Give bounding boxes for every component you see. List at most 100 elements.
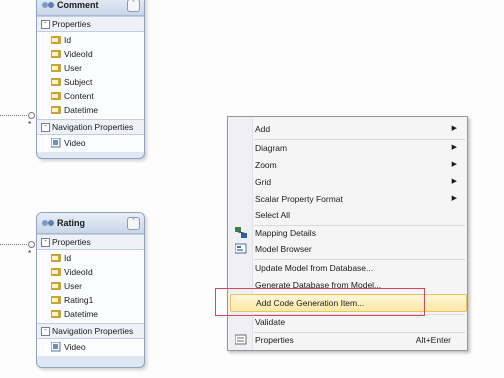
property-label: User [64,63,82,73]
menu-item-label: Scalar Property Format [255,194,343,204]
property-row[interactable]: Datetime [37,307,144,321]
multiplicity-rating: * [28,249,32,258]
section-label: Navigation Properties [52,326,134,336]
navigation-label: Video [64,138,86,148]
menu-item-label: Update Model from Database... [255,263,374,273]
property-list: Id VideoId User Rating1 Datetime [37,250,144,323]
properties-section-header[interactable]: - Properties [37,234,144,250]
property-row[interactable]: Subject [37,75,144,89]
property-icon [51,49,62,61]
property-icon [51,267,62,279]
property-row[interactable]: User [37,61,144,75]
entity-rating[interactable]: Rating ˆ - Properties Id VideoId User Ra… [36,212,145,368]
property-icon [51,295,62,307]
navigation-section-header[interactable]: - Navigation Properties [37,323,144,339]
submenu-arrow-icon: ▶ [451,178,457,185]
association-line-comment[interactable] [0,115,29,116]
property-list: Id VideoId User Subject Content Datetime [37,32,144,119]
menu-item-zoom[interactable]: Zoom ▶ [230,157,465,173]
menu-item-label: Model Browser [255,244,312,254]
navigation-section-header[interactable]: - Navigation Properties [37,119,144,135]
property-icon [51,309,62,321]
property-label: Rating1 [64,295,94,305]
menu-item-label: Add [255,124,271,134]
menu-item-label: Select All [255,210,290,220]
association-line-rating[interactable] [0,244,29,245]
collapse-section-icon[interactable]: - [41,123,50,132]
property-row[interactable]: Id [37,251,144,265]
property-label: VideoId [64,267,93,277]
property-row[interactable]: Id [37,33,144,47]
menu-item-label: Zoom [255,160,277,170]
association-end-rating [28,241,35,248]
property-icon [51,281,62,293]
navigation-property-icon [50,341,62,354]
menu-item-label: Validate [255,317,286,327]
menu-item-label: Grid [255,177,272,187]
collapse-section-icon[interactable]: - [41,238,50,247]
menu-item-validate[interactable]: Validate [230,314,465,330]
entity-header[interactable]: Comment ˆ [37,0,144,16]
submenu-arrow-icon: ▶ [451,161,457,168]
collapse-button[interactable]: ˆ [127,0,140,12]
entity-comment[interactable]: Comment ˆ - Properties Id VideoId User S… [36,0,145,159]
entity-header[interactable]: Rating ˆ [37,213,144,234]
submenu-arrow-icon: ▶ [451,195,457,202]
menu-item-label: Mapping Details [255,228,316,238]
submenu-arrow-icon: ▶ [451,125,457,132]
multiplicity-comment: * [28,120,32,129]
property-label: Subject [64,77,93,87]
property-label: Datetime [64,105,99,115]
menu-item-scalar-property-format[interactable]: Scalar Property Format ▶ [230,191,465,207]
property-row[interactable]: VideoId [37,47,144,61]
entity-icon [41,218,55,230]
menu-item-update-model[interactable]: Update Model from Database... [230,260,465,276]
menu-item-shortcut: Alt+Enter [415,335,451,345]
property-row[interactable]: Content [37,89,144,103]
menu-item-select-all[interactable]: Select All [230,207,465,223]
mapping-icon [235,227,248,241]
menu-item-model-browser[interactable]: Model Browser [230,241,465,257]
property-label: Datetime [64,309,99,319]
navigation-label: Video [64,342,86,352]
menu-item-diagram[interactable]: Diagram ▶ [230,140,465,156]
navigation-list: Video [37,135,144,152]
properties-section-header[interactable]: - Properties [37,16,144,32]
property-row[interactable]: Datetime [37,103,144,117]
key-property-icon [51,35,62,47]
property-row[interactable]: User [37,279,144,293]
property-label: VideoId [64,49,93,59]
property-label: Content [64,91,94,101]
property-icon [51,91,62,103]
property-row[interactable]: VideoId [37,265,144,279]
collapse-section-icon[interactable]: - [41,327,50,336]
property-icon [51,77,62,89]
property-label: User [64,281,82,291]
section-label: Navigation Properties [52,122,134,132]
collapse-section-icon[interactable]: - [41,20,50,29]
collapse-button[interactable]: ˆ [127,217,140,230]
menu-item-mapping-details[interactable]: Mapping Details [230,225,465,241]
designer-canvas[interactable]: * * Comment ˆ - Properties Id VideoId Us… [0,0,504,378]
section-label: Properties [52,237,91,247]
entity-title: Comment [57,0,99,10]
navigation-property-icon [50,137,62,150]
property-label: Id [64,253,72,263]
menu-item-grid[interactable]: Grid ▶ [230,174,465,190]
properties-icon [234,334,248,348]
menu-item-add[interactable]: Add ▶ [230,121,465,137]
navigation-row[interactable]: Video [37,136,144,150]
submenu-arrow-icon: ▶ [451,144,457,151]
property-icon [51,105,62,117]
menu-item-label: Properties [255,335,294,345]
property-icon [51,63,62,75]
key-property-icon [51,253,62,265]
entity-title: Rating [57,218,85,228]
property-row[interactable]: Rating1 [37,293,144,307]
section-label: Properties [52,19,91,29]
annotation-highlight-box [215,288,425,316]
menu-item-properties[interactable]: Properties Alt+Enter [230,332,465,348]
navigation-row[interactable]: Video [37,340,144,354]
property-label: Id [64,35,72,45]
model-browser-icon [234,243,248,257]
